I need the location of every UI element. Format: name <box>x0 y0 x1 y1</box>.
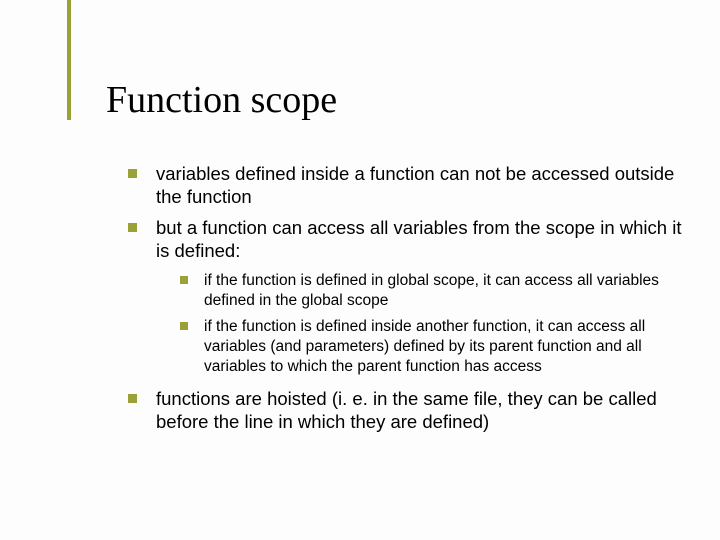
bullet-text: but a function can access all variables … <box>156 217 681 261</box>
sub-bullet-list: if the function is defined in global sco… <box>156 271 688 378</box>
list-item: functions are hoisted (i. e. in the same… <box>128 387 688 433</box>
list-item: variables defined inside a function can … <box>128 162 688 208</box>
bullet-list: variables defined inside a function can … <box>128 162 688 433</box>
slide-title: Function scope <box>106 78 337 122</box>
bullet-icon <box>128 223 137 232</box>
bullet-text: variables defined inside a function can … <box>156 163 674 207</box>
slide: Function scope variables defined inside … <box>0 0 720 540</box>
bullet-icon <box>128 394 137 403</box>
bullet-icon <box>128 169 137 178</box>
bullet-text: if the function is defined in global sco… <box>204 272 659 309</box>
slide-body: variables defined inside a function can … <box>128 162 688 441</box>
list-item: if the function is defined inside anothe… <box>180 317 688 377</box>
bullet-icon <box>180 276 188 284</box>
accent-bar <box>67 0 71 120</box>
bullet-text: functions are hoisted (i. e. in the same… <box>156 388 657 432</box>
list-item: if the function is defined in global sco… <box>180 271 688 311</box>
list-item: but a function can access all variables … <box>128 216 688 377</box>
bullet-icon <box>180 322 188 330</box>
bullet-text: if the function is defined inside anothe… <box>204 318 645 375</box>
